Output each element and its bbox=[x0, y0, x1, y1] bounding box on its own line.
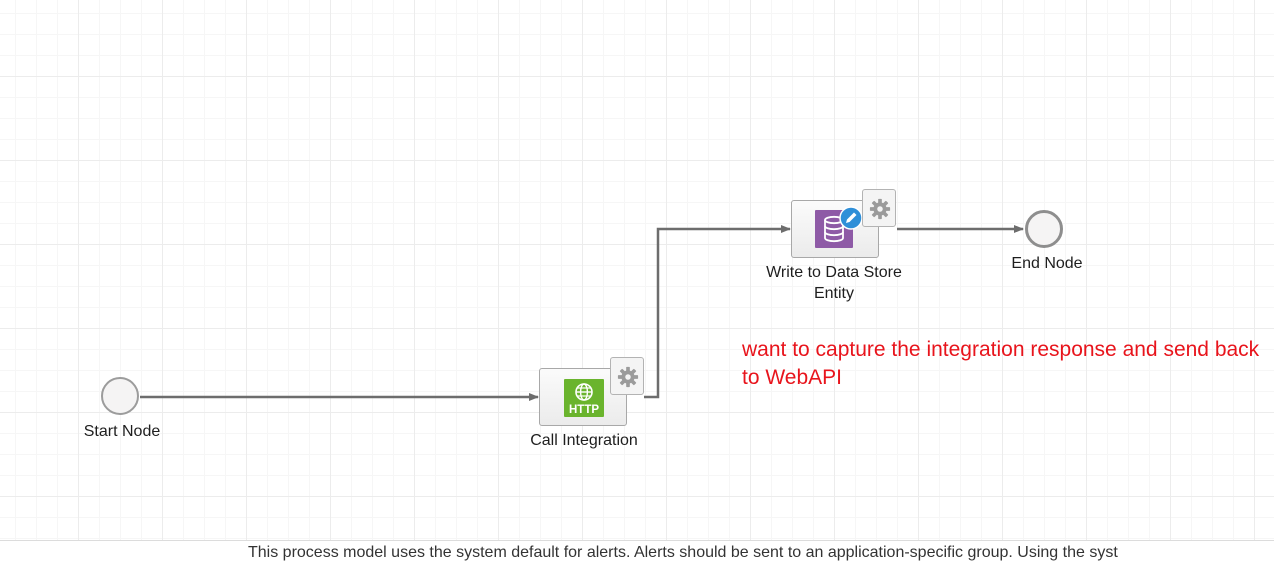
footer-divider bbox=[0, 540, 1274, 541]
call-integration-label: Call Integration bbox=[530, 432, 638, 449]
http-globe-icon: HTTP bbox=[564, 379, 604, 417]
process-model-canvas[interactable]: Start Node HTTP Call Integration Write t… bbox=[0, 0, 1274, 540]
write-datastore-label: Write to Data Store Entity bbox=[766, 264, 902, 302]
pencil-edit-icon bbox=[839, 206, 863, 230]
end-node[interactable] bbox=[1025, 210, 1063, 248]
annotation-note: want to capture the integration response… bbox=[742, 338, 1260, 389]
gear-icon bbox=[617, 366, 639, 388]
http-icon-text: HTTP bbox=[569, 404, 599, 416]
end-node-label: End Node bbox=[1011, 255, 1083, 272]
call-integration-settings-button[interactable] bbox=[610, 357, 644, 395]
start-node-label: Start Node bbox=[83, 423, 161, 440]
write-datastore-settings-button[interactable] bbox=[862, 189, 896, 227]
gear-icon bbox=[869, 198, 891, 220]
alerts-notice-text: This process model uses the system defau… bbox=[248, 544, 1118, 561]
start-node[interactable] bbox=[101, 377, 139, 415]
